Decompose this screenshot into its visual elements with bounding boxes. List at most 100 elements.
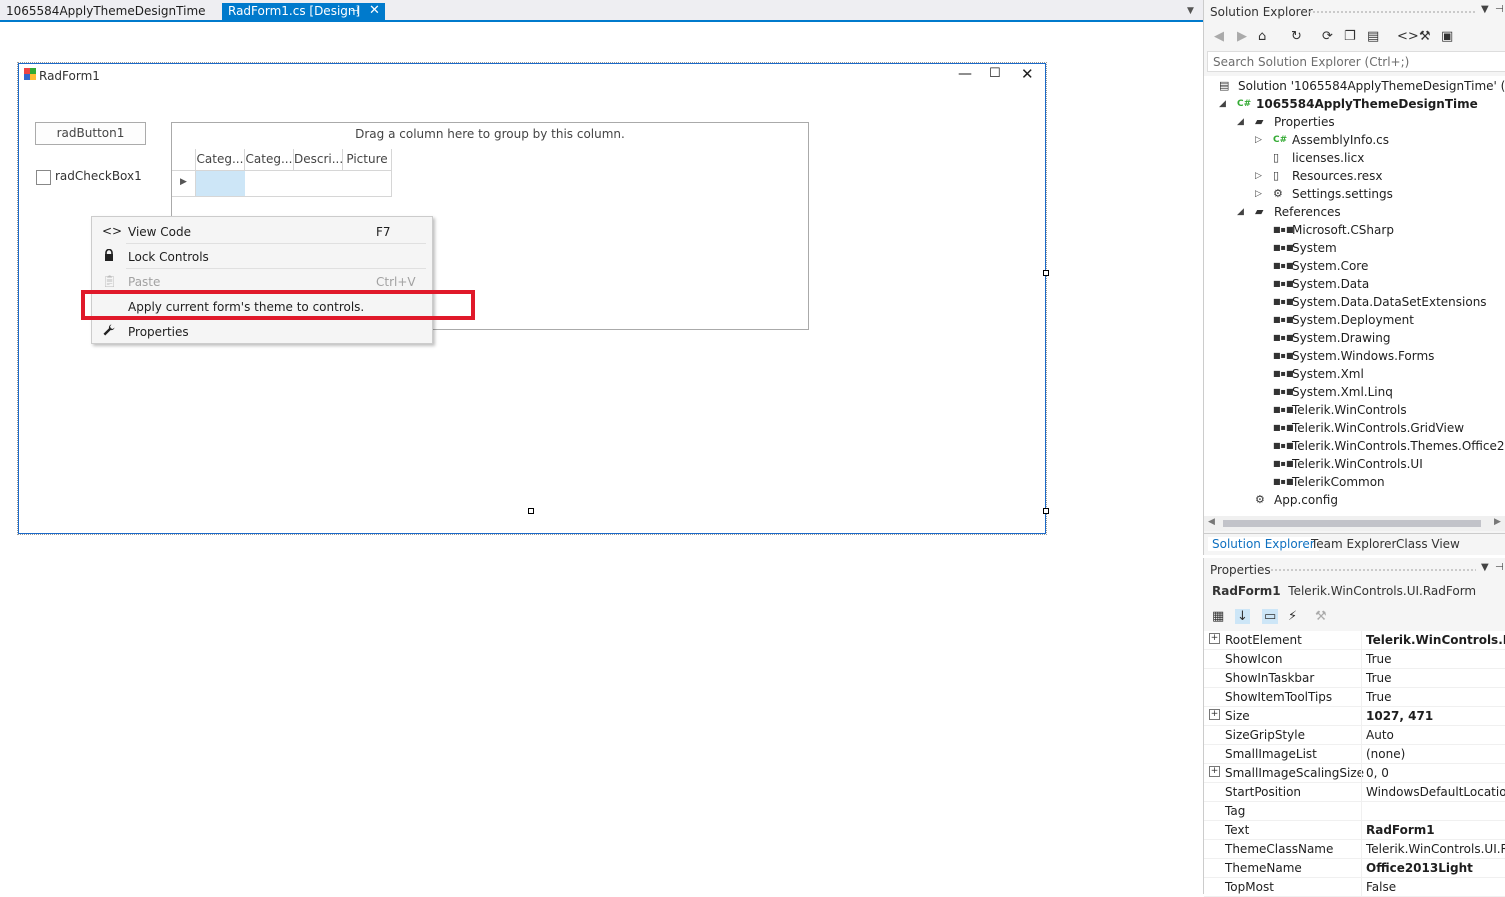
property-row[interactable]: SmallImageList (none) [1204,745,1505,764]
search-placeholder: Search Solution Explorer (Ctrl+;) [1213,55,1410,69]
forward-icon[interactable]: ▶ [1237,29,1247,44]
close-icon[interactable]: ✕ [369,2,380,19]
lock-icon [102,248,116,264]
property-row[interactable]: ShowIcon True [1204,650,1505,669]
property-row[interactable]: +RootElementTelerik.WinControls.Form [1204,631,1505,650]
property-grid: +RootElementTelerik.WinControls.Form Sho… [1204,631,1505,897]
solution-explorer-title: Solution Explorer [1210,5,1313,19]
scroll-left-icon[interactable]: ◀ [1208,517,1215,527]
grid-row-indicator[interactable]: ▶ [172,171,196,197]
properties-folder-icon: ▰ [1255,115,1264,128]
expand-icon[interactable]: ▷ [1255,131,1262,149]
events-icon[interactable]: ⚡ [1288,609,1297,624]
property-row-theme-name[interactable]: ThemeName Office2013Light [1204,859,1505,878]
reference-icon: ■▪■ [1273,315,1294,324]
row-current-arrow-icon: ▶ [180,177,187,187]
collapse-icon[interactable]: ◢ [1237,203,1244,221]
reference-icon: ■▪■ [1273,333,1294,342]
property-row[interactable]: Text RadForm1 [1204,821,1505,840]
tab-team-explorer[interactable]: Team Explorer [1307,537,1401,551]
grid-column-header[interactable]: Descri... [294,149,343,171]
tab-class-view[interactable]: Class View [1392,537,1464,551]
wrench-icon [102,324,116,339]
grid-column-header[interactable]: Categ... [245,149,294,171]
menu-item-label: View Code [128,225,192,239]
view-code-icon[interactable]: <> [1397,29,1419,44]
close-icon[interactable]: ✕ [1021,65,1034,83]
solution-explorer-toolbar: ◀ ▶ ⌂ ↻ ⟳ ❐ ▤ <> ⚒ ▣ [1204,24,1505,50]
home-icon[interactable]: ⌂ [1258,29,1266,44]
panel-menu-icon[interactable]: ▼ [1481,4,1489,15]
radcheckbox1-label[interactable]: radCheckBox1 [55,169,142,183]
resize-handle[interactable] [528,508,534,514]
collapse-icon[interactable]: ◢ [1219,95,1226,113]
tab-radform-design[interactable]: RadForm1.cs [Design] ⊣ ✕ [222,3,385,22]
expand-icon[interactable]: + [1209,633,1220,644]
categorized-icon[interactable]: ▦ [1212,609,1224,624]
property-row[interactable]: StartPosition WindowsDefaultLocation [1204,783,1505,802]
collapse-icon[interactable]: ◢ [1237,113,1244,131]
reference-icon: ■▪■ [1273,351,1294,360]
alphabetical-icon[interactable]: ↓ [1235,609,1250,624]
reference-icon: ■▪■ [1273,459,1294,468]
expand-icon[interactable]: + [1209,709,1220,720]
grid-row-header-corner [172,149,196,171]
preview-icon[interactable]: ▣ [1441,29,1453,44]
menu-item-view-code[interactable]: <> View Code F7 [92,219,432,244]
expand-icon[interactable]: + [1209,766,1220,777]
properties-icon[interactable]: ⚒ [1419,29,1431,44]
pin-icon[interactable]: ⊣ [1495,4,1504,15]
group-panel-hint[interactable]: Drag a column here to group by this colu… [172,127,808,141]
solution-explorer-panel: Solution Explorer ▼ ⊣ ◀ ▶ ⌂ ↻ ⟳ ❐ ▤ <> ⚒… [1203,0,1505,555]
expand-icon[interactable]: ▷ [1255,167,1262,185]
scroll-right-icon[interactable]: ▶ [1494,517,1501,527]
resize-handle[interactable] [1043,508,1049,514]
property-object-selector[interactable]: RadForm1 Telerik.WinControls.UI.RadForm [1212,584,1476,598]
maximize-icon[interactable]: ☐ [989,66,1001,81]
show-all-files-icon[interactable]: ▤ [1367,29,1379,44]
grid-column-header[interactable]: Picture [343,149,392,171]
tab-project[interactable]: 1065584ApplyThemeDesignTime [0,3,212,22]
property-row[interactable]: Tag [1204,802,1505,821]
property-row[interactable]: TopMost False [1204,878,1505,897]
property-row[interactable]: ThemeClassNameTelerik.WinControls.UI.Rad [1204,840,1505,859]
menu-item-lock-controls[interactable]: Lock Controls [92,244,432,269]
solution-explorer-search[interactable]: Search Solution Explorer (Ctrl+;) [1207,51,1505,72]
horizontal-scrollbar[interactable]: ◀ ▶ [1204,516,1505,531]
resize-handle[interactable] [1043,270,1049,276]
property-row[interactable]: + SmallImageScalingSize 0, 0 [1204,764,1505,783]
properties-view-icon[interactable]: ▭ [1262,609,1279,624]
code-icon: <> [102,224,123,238]
panel-menu-icon[interactable]: ▼ [1481,562,1489,573]
menu-item-properties[interactable]: Properties [92,319,432,344]
tab-project-label: 1065584ApplyThemeDesignTime [6,4,206,18]
grid-column-header[interactable]: Categ... [196,149,245,171]
properties-panel: Properties ▼ ⊣ RadForm1 Telerik.WinContr… [1203,558,1505,897]
tab-solution-explorer[interactable]: Solution Explorer [1208,537,1319,551]
property-row[interactable]: SizeGripStyle Auto [1204,726,1505,745]
editor-tab-strip: 1065584ApplyThemeDesignTime RadForm1.cs … [0,0,1203,22]
menu-item-label: Paste [128,275,161,289]
tab-dropdown-icon[interactable]: ▼ [1187,6,1194,16]
property-row[interactable]: + Size 1027, 471 [1204,707,1505,726]
expand-icon[interactable]: ▷ [1255,185,1262,203]
grid-row[interactable] [245,171,392,197]
minimize-icon[interactable]: — [958,66,972,82]
property-row[interactable]: ShowInTaskbar True [1204,669,1505,688]
grid-selected-cell[interactable] [196,171,245,197]
pending-changes-icon[interactable]: ↻ [1291,29,1302,44]
context-menu: <> View Code F7 Lock Controls 📋︎ Paste C… [91,216,433,344]
scrollbar-thumb[interactable] [1223,520,1481,527]
collapse-all-icon[interactable]: ❐ [1344,29,1356,44]
reference-icon: ■▪■ [1273,225,1294,234]
property-pages-icon[interactable]: ⚒ [1315,609,1327,624]
radbutton1[interactable]: radButton1 [35,122,146,145]
pin-icon[interactable]: ⊣ [1495,562,1504,573]
property-row[interactable]: ShowItemToolTips True [1204,688,1505,707]
back-icon[interactable]: ◀ [1214,29,1224,44]
radcheckbox1-box[interactable] [36,170,51,185]
reference-icon: ■▪■ [1273,279,1294,288]
pin-icon[interactable]: ⊣ [350,3,359,20]
reference-icon: ■▪■ [1273,477,1294,486]
sync-icon[interactable]: ⟳ [1322,29,1333,44]
